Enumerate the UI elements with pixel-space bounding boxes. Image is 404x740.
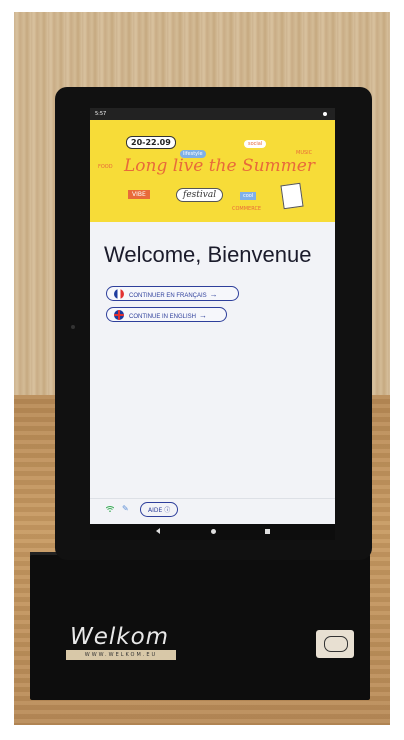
stand-website: WWW.WELKOM.EU — [66, 650, 176, 660]
continue-english-button[interactable]: CONTINUE IN ENGLISH → — [106, 307, 227, 322]
banner-card-illustration — [280, 182, 304, 210]
help-label: AIDE — [148, 507, 163, 514]
banner-tag-vibe: VIBE — [128, 190, 150, 199]
wrench-icon[interactable]: ✎ — [122, 505, 130, 513]
france-flag-icon — [114, 289, 124, 299]
banner-tag-commerce: COMMERCE — [232, 206, 262, 212]
continue-french-label: CONTINUER EN FRANÇAIS — [129, 293, 207, 299]
android-nav-bar — [90, 524, 335, 540]
banner-title: Long live the Summer — [124, 156, 315, 176]
banner-tag-social: social — [244, 140, 267, 148]
banner-tag-cool: cool — [240, 192, 257, 200]
banner-tag-festival: festival — [176, 188, 224, 202]
continue-english-label: CONTINUE IN ENGLISH — [129, 314, 197, 320]
uk-flag-icon — [114, 310, 124, 320]
stand-brand-logo: Welkom — [70, 624, 170, 650]
question-icon: ⓘ — [164, 507, 171, 514]
banner-tag-food: FOOD — [98, 164, 113, 170]
banner-date: 20-22.09 — [126, 136, 176, 149]
status-bar: 5:57 — [90, 108, 335, 120]
event-banner: 20-22.09 lifestyle social FOOD MUSIC Lon… — [90, 120, 335, 222]
back-icon[interactable] — [156, 528, 160, 534]
signal-icon — [323, 112, 327, 116]
footer-divider — [90, 498, 335, 499]
page-title: Welcome, Bienvenue — [104, 242, 312, 267]
arrow-right-icon: → — [199, 311, 208, 320]
continue-french-button[interactable]: CONTINUER EN FRANÇAIS → — [106, 286, 239, 301]
help-button[interactable]: AIDE ⓘ — [140, 502, 179, 517]
home-icon[interactable] — [211, 529, 216, 534]
made-in-badge — [316, 630, 354, 658]
tablet-screen: 5:57 20-22.09 lifestyle social FOOD MUSI… — [90, 108, 335, 540]
wifi-icon — [106, 506, 114, 512]
arrow-right-icon: → — [209, 290, 218, 299]
kiosk-photo: Welkom WWW.WELKOM.EU 5:57 20-22.09 lifes… — [0, 0, 404, 740]
status-time: 5:57 — [95, 111, 107, 117]
camera-icon — [71, 325, 75, 329]
recent-apps-icon[interactable] — [265, 529, 270, 534]
